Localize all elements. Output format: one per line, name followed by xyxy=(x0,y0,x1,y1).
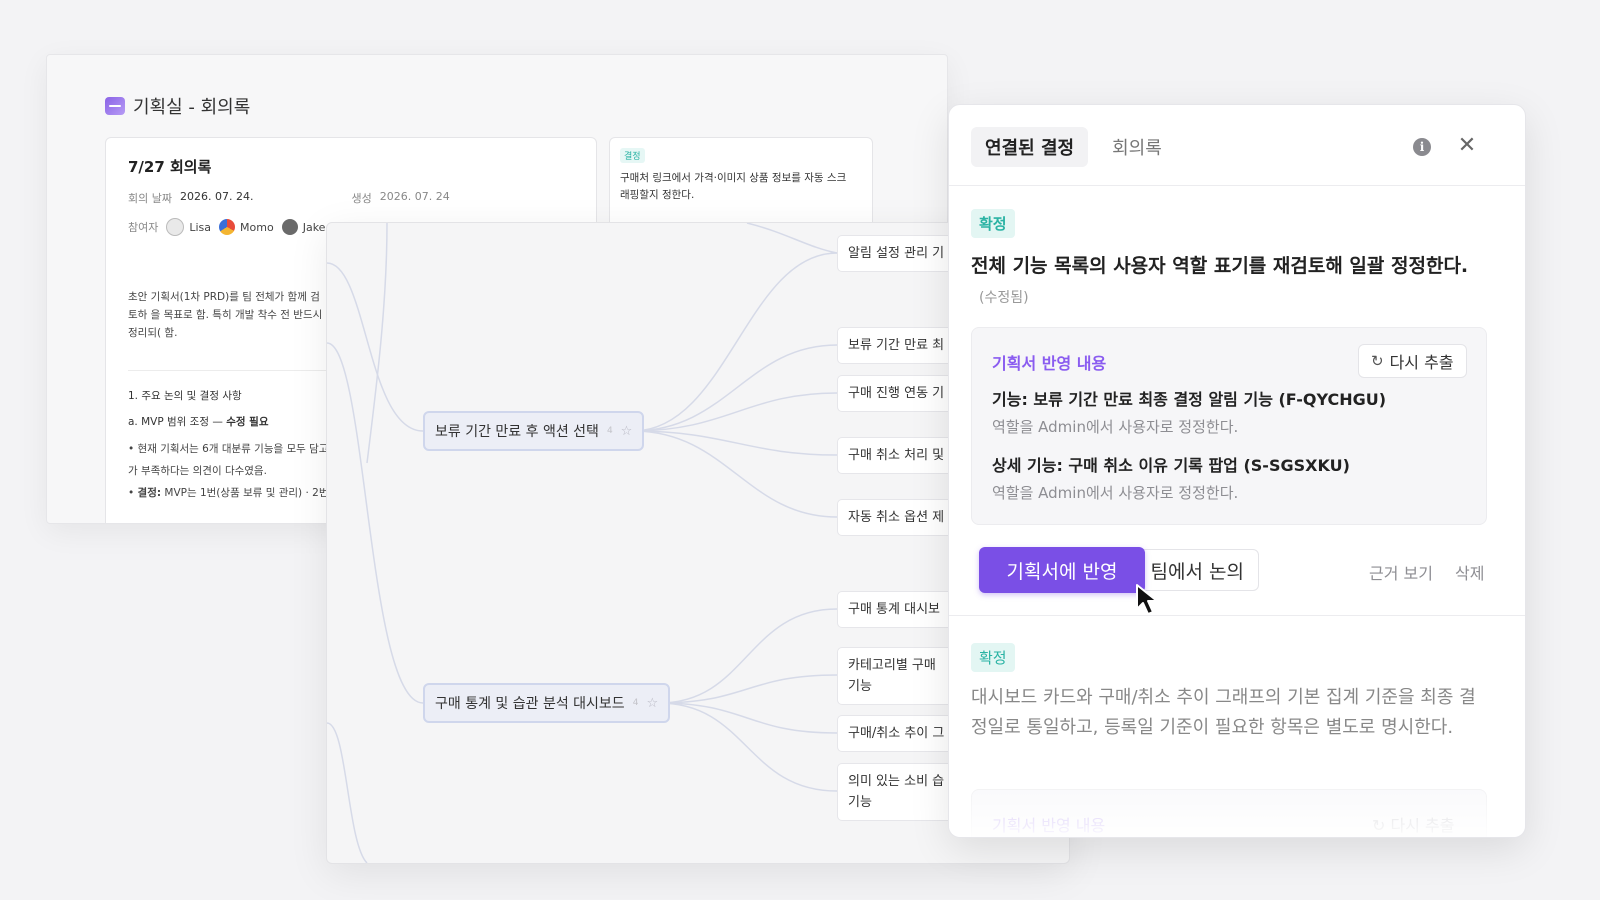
status-badge: 확정 xyxy=(971,643,1015,672)
meeting-card-title: 7/27 회의록 xyxy=(128,158,212,176)
meta-created: 2026. 07. 24 xyxy=(379,190,450,203)
participants-label: 참여자 xyxy=(128,221,159,234)
spec-item-title: 상세 기능: 구매 취소 이유 기록 팝업 (S-SGSXKU) xyxy=(992,456,1350,475)
list-item: 현재 기획서는 6개 대분류 기능을 모두 담고 스가 부족하다는 의견이 다수… xyxy=(128,438,348,482)
meta-date: 2026. 07. 24. xyxy=(179,190,254,203)
mindmap-node[interactable]: 구매 통계 및 습관 분석 대시보드 4 ☆ xyxy=(423,683,671,723)
reextract-button[interactable]: ↻ 다시 추출 xyxy=(1372,812,1454,836)
subsection-label: a. MVP 범위 조정 — xyxy=(128,416,227,428)
participants: 참여자 Lisa Momo Jake xyxy=(128,218,325,236)
close-icon[interactable]: ✕ xyxy=(1455,133,1479,158)
linked-decisions-panel: 연결된 결정 회의록 i ✕ 확정 전체 기능 목록의 사용자 역할 표기를 재… xyxy=(948,104,1526,838)
participant-name: Lisa xyxy=(189,220,212,234)
mindmap-node[interactable]: 보류 기간 만료 후 액션 선택 4 ☆ xyxy=(423,411,645,451)
divider xyxy=(949,615,1525,616)
star-icon[interactable]: ☆ xyxy=(646,696,658,711)
meeting-body: 초안 기획서(1차 PRD)를 팀 전체가 함께 검토하 을 목표로 함. 특히… xyxy=(128,291,323,339)
refresh-icon: ↻ xyxy=(1371,352,1384,370)
notebook-logo-icon xyxy=(105,97,125,115)
spec-item-desc: 역할을 Admin에서 사용자로 정정한다. xyxy=(992,484,1239,502)
decision-tag: 결정 xyxy=(620,148,645,163)
participant: Lisa xyxy=(166,218,211,236)
section-heading: 1. 주요 논의 및 결정 사항 xyxy=(128,390,242,402)
decision-card[interactable]: 결정 구매처 링크에서 가격·이미지 상품 정보를 자동 스크래핑할지 정한다. xyxy=(609,137,873,229)
list-item: 결정: MVP는 1번(상품 보류 및 관리) · 2번( xyxy=(128,482,348,504)
notes-title: 기획실 - 회의록 xyxy=(133,97,251,118)
decision-text: 구매처 링크에서 가격·이미지 상품 정보를 자동 스크래핑할지 정한다. xyxy=(620,172,847,201)
status-badge: 확정 xyxy=(971,209,1015,238)
avatar xyxy=(219,219,236,235)
edited-label: (수정됨) xyxy=(979,290,1029,306)
bullet-text: MVP는 1번(상품 보류 및 관리) · 2번( xyxy=(161,487,333,499)
subsection-heading: a. MVP 범위 조정 — 수정 필요 xyxy=(128,414,268,429)
participant-name: Jake xyxy=(302,220,326,234)
info-icon[interactable]: i xyxy=(1413,138,1431,156)
spec-item-title: 기능: 보류 기간 만료 최종 결정 알림 기능 (F-QYCHGU) xyxy=(992,390,1387,409)
spec-reflection-box: 기획서 반영 내용 ↻ 다시 추출 xyxy=(971,789,1487,837)
decision-text: 대시보드 카드와 구매/취소 추이 그래프의 기본 집계 기준을 최종 결정일로… xyxy=(971,687,1476,738)
meta-date-label: 회의 날짜 xyxy=(128,192,172,205)
reextract-label: 다시 추출 xyxy=(1390,816,1455,835)
bullet-bold: 결정: xyxy=(137,487,162,499)
decision-title: 전체 기능 목록의 사용자 역할 표기를 재검토해 일괄 정정한다. xyxy=(971,255,1469,277)
tab-meeting-notes[interactable]: 회의록 xyxy=(1098,127,1176,167)
node-label: 보류 기간 만료 후 액션 선택 xyxy=(435,424,599,440)
star-icon[interactable]: ☆ xyxy=(621,424,633,439)
avatar xyxy=(281,219,298,235)
meeting-bullets: 현재 기획서는 6개 대분류 기능을 모두 담고 스가 부족하다는 의견이 다수… xyxy=(128,438,348,504)
reextract-button[interactable]: ↻ 다시 추출 xyxy=(1358,344,1467,378)
node-count: 4 xyxy=(606,426,613,436)
participant: Jake xyxy=(281,219,326,235)
view-evidence-link[interactable]: 근거 보기 xyxy=(1369,560,1433,584)
panel-tabs: 연결된 결정 회의록 xyxy=(971,127,1176,167)
spec-reflection-box: 기획서 반영 내용 ↻ 다시 추출 기능: 보류 기간 만료 최종 결정 알림 … xyxy=(971,327,1487,525)
cursor-arrow-icon xyxy=(1136,584,1158,615)
meta-created-label: 생성 xyxy=(351,192,372,205)
divider xyxy=(949,185,1525,186)
node-count: 4 xyxy=(632,698,639,708)
spec-label: 기획서 반영 내용 xyxy=(992,816,1106,835)
spec-item-desc: 역할을 Admin에서 사용자로 정정한다. xyxy=(992,418,1239,436)
subsection-status: 수정 필요 xyxy=(226,416,269,428)
meeting-meta: 회의 날짜 2026. 07. 24. 생성 2026. 07. 24 xyxy=(128,190,450,206)
tab-linked-decisions[interactable]: 연결된 결정 xyxy=(971,127,1089,167)
delete-link[interactable]: 삭제 xyxy=(1455,560,1484,584)
apply-to-spec-button[interactable]: 기획서에 반영 xyxy=(979,547,1145,593)
reextract-label: 다시 추출 xyxy=(1389,353,1454,372)
node-label: 구매 통계 및 습관 분석 대시보드 xyxy=(435,696,625,712)
avatar xyxy=(166,218,185,236)
spec-label: 기획서 반영 내용 xyxy=(992,354,1107,373)
participant: Momo xyxy=(219,219,274,235)
participant-name: Momo xyxy=(240,220,274,234)
notes-header: 기획실 - 회의록 xyxy=(105,93,250,119)
